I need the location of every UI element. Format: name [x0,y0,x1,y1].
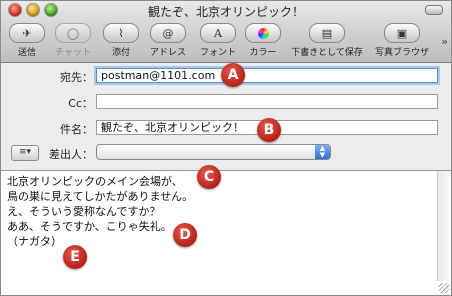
font-button[interactable]: A フォント [195,23,241,59]
select-arrows-icon: ▲ ▼ [315,145,330,159]
subject-label: 件名： [60,123,93,136]
send-button[interactable]: ✈ 送信 [7,23,47,59]
title-bar: 観たぞ、北京オリンピック！ [1,1,451,21]
send-label: 送信 [17,48,36,58]
color-label: カラー [249,48,277,58]
font-label: フォント [199,48,236,58]
body-line: 鳥の巣に見えてしかたがありません。 [7,190,194,203]
photo-browser-label: 写真ブラウザ [374,48,429,58]
chat-icon: ◯ [55,23,91,43]
paperclip-icon: ⌇ [103,23,139,43]
address-label: アドレス [149,48,186,58]
toolbar-overflow-icon[interactable]: » [441,35,448,48]
photo-browser-button[interactable]: ▣ 写真ブラウザ [369,23,435,59]
body-line: ああ、そうですか、こりゃ失礼。 [7,220,172,233]
save-draft-button[interactable]: ▤ 下書きとして保存 [287,23,367,59]
color-button[interactable]: カラー [243,23,283,59]
body-line: 北京オリンピックのメイン会場が、 [7,175,183,188]
photo-browser-icon: ▣ [384,23,420,43]
attach-label: 添付 [111,48,130,58]
cc-label: Cc： [68,97,93,110]
to-field[interactable]: postman@1101.com [96,68,438,83]
compose-window: 観たぞ、北京オリンピック！ ✈ 送信 ◯ チャット ⌇ 添付 @ アドレス A [0,0,452,296]
send-icon: ✈ [9,23,45,43]
address-book-icon: @ [150,23,186,43]
chat-label: チャット [55,48,91,58]
save-draft-label: 下書きとして保存 [291,48,363,58]
chat-button[interactable]: ◯ チャット [51,23,95,59]
marker-c: C [197,165,221,189]
to-label: 宛先： [60,71,93,84]
toolbar-toggle-icon[interactable] [425,5,443,15]
body-line: え、そういう愛称なんですか？ [7,205,161,218]
address-button[interactable]: @ アドレス [145,23,191,59]
resize-grip-icon[interactable] [439,283,449,293]
toolbar: ✈ 送信 ◯ チャット ⌇ 添付 @ アドレス A フォント カラー ▤ 下書き… [1,21,451,61]
font-icon: A [200,23,236,43]
body-scrollbar[interactable] [437,171,450,281]
attach-button[interactable]: ⌇ 添付 [101,23,141,59]
message-body[interactable]: 北京オリンピックのメイン会場が、 鳥の巣に見えてしかたがありません。 え、そうい… [7,174,437,249]
marker-b: B [257,118,281,142]
marker-a: A [221,63,245,87]
window-chrome: 観たぞ、北京オリンピック！ ✈ 送信 ◯ チャット ⌇ 添付 @ アドレス A [1,1,451,63]
marker-e: E [63,245,87,269]
cc-field[interactable] [96,94,438,109]
from-select[interactable]: ▲ ▼ [96,144,331,160]
color-wheel-icon [245,23,281,43]
save-draft-icon: ▤ [309,23,345,43]
marker-d: D [173,223,197,247]
window-title: 観たぞ、北京オリンピック！ [147,5,304,19]
header-options-button[interactable]: ≡▾ [11,145,39,161]
from-label: 差出人： [49,148,93,161]
